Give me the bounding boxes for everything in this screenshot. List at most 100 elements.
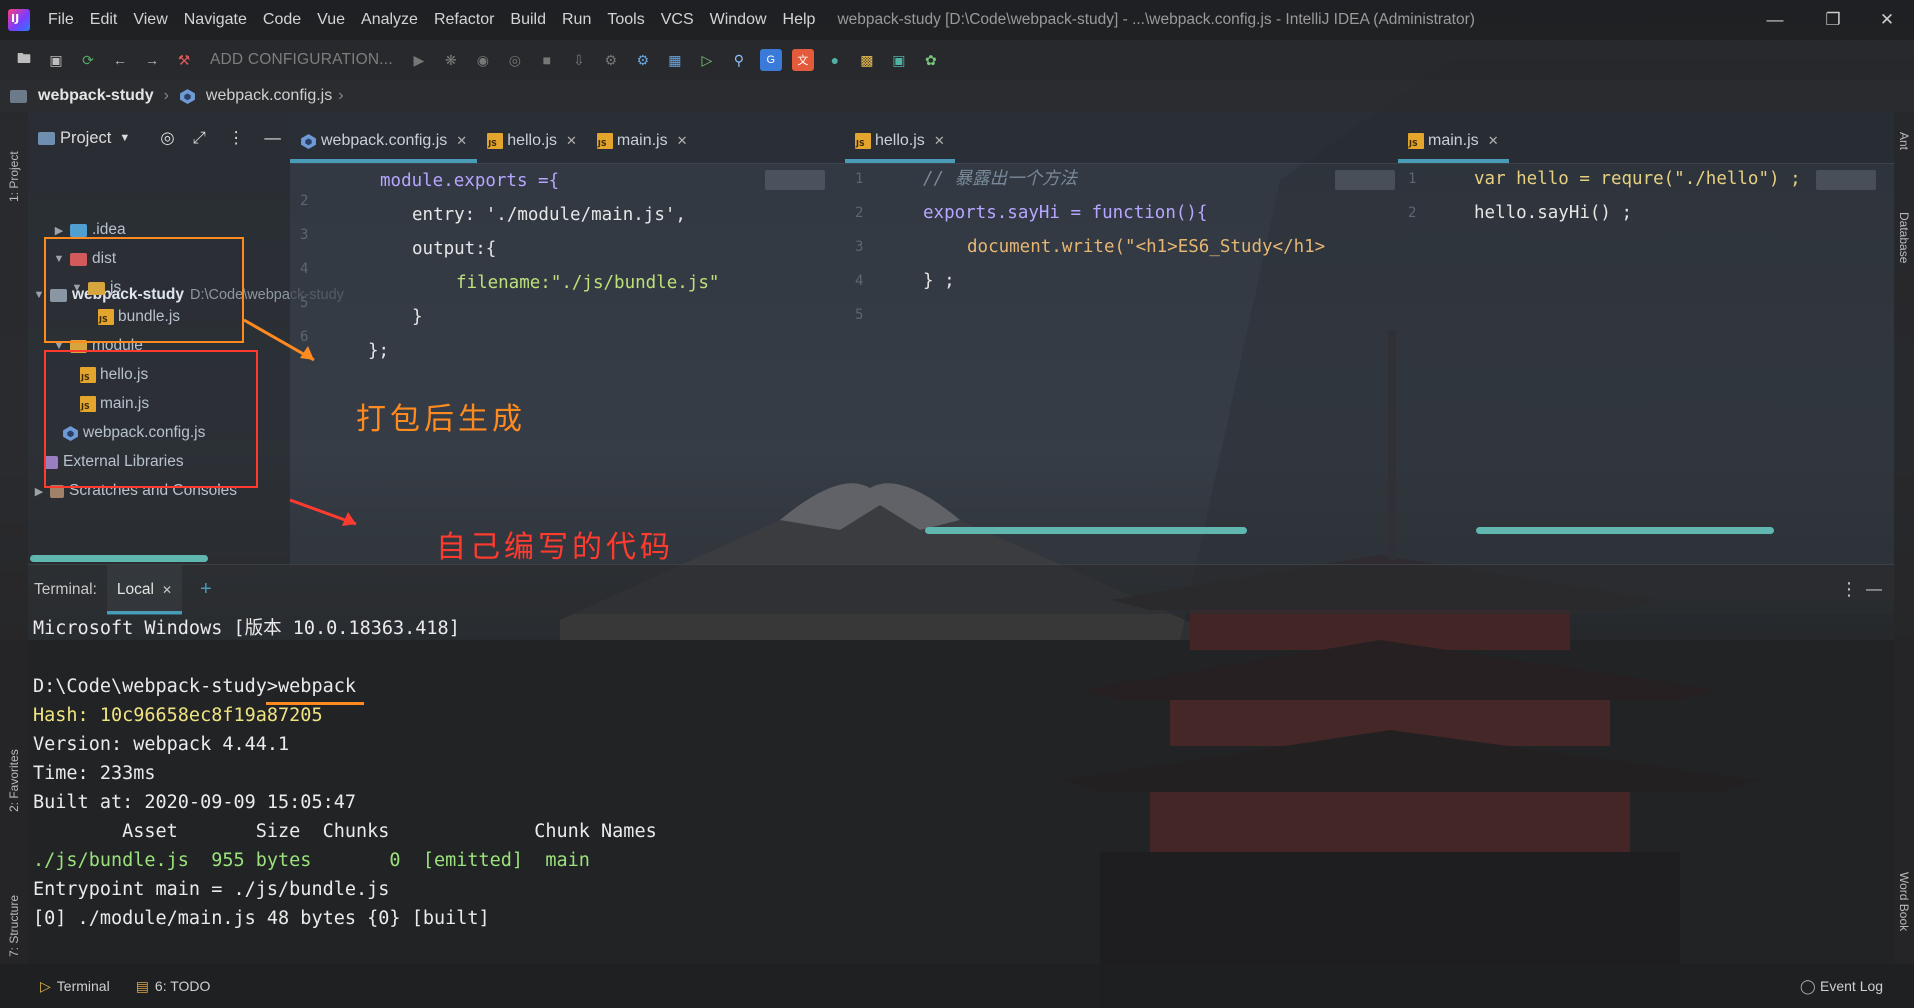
- plugin-box-icon[interactable]: ▣: [888, 49, 910, 71]
- terminal-line: ./js/bundle.js 955 bytes 0 [emitted] mai…: [33, 846, 590, 875]
- project-structure-icon[interactable]: ▦: [664, 49, 686, 71]
- code-line-3[interactable]: document.write("<h1>ES6_Study</h1>: [967, 230, 1325, 264]
- settings-icon[interactable]: ⚙: [632, 49, 654, 71]
- tab-main-js[interactable]: JS main.js ✕: [587, 119, 698, 163]
- line-gutter: 12345: [855, 171, 864, 323]
- code-line-1[interactable]: // 暴露出一个方法: [923, 162, 1077, 196]
- vcs-commit-icon[interactable]: ⚙: [600, 49, 622, 71]
- close-icon[interactable]: ✕: [456, 133, 467, 149]
- favorites-tool-tab[interactable]: 2: Favorites: [7, 749, 21, 812]
- save-icon[interactable]: ▣: [45, 49, 67, 71]
- code-comment: // 暴露出一个方法: [923, 169, 1078, 189]
- tab-hello-js[interactable]: JS hello.js ✕: [845, 119, 955, 163]
- close-icon[interactable]: ✕: [677, 133, 688, 149]
- sync-icon[interactable]: ⟳: [77, 49, 99, 71]
- breadcrumb-file[interactable]: webpack.config.js: [206, 87, 332, 105]
- ant-tool-tab[interactable]: Ant: [1897, 132, 1911, 150]
- search-icon[interactable]: ⚲: [728, 49, 750, 71]
- vcs-update-icon[interactable]: ⇩: [568, 49, 590, 71]
- tab-hello-js[interactable]: JS hello.js ✕: [477, 119, 587, 163]
- word-book-tool-tab[interactable]: Word Book: [1897, 872, 1911, 931]
- forward-icon[interactable]: →: [141, 49, 163, 71]
- structure-tool-tab[interactable]: 7: Structure: [7, 895, 21, 957]
- hide-panel-icon[interactable]: —: [264, 129, 281, 148]
- menu-window[interactable]: Window: [702, 11, 775, 29]
- menu-file[interactable]: File: [40, 11, 82, 29]
- plugin-grid-icon[interactable]: ▩: [856, 49, 878, 71]
- profile-icon[interactable]: ◎: [504, 49, 526, 71]
- stop-icon[interactable]: ■: [536, 49, 558, 71]
- status-terminal-button[interactable]: Terminal: [57, 978, 110, 994]
- options-icon[interactable]: ⋮: [1840, 579, 1858, 600]
- minimap[interactable]: [1335, 170, 1395, 190]
- terminal-icon[interactable]: ▷: [696, 49, 718, 71]
- menu-vue[interactable]: Vue: [309, 11, 353, 29]
- back-icon[interactable]: ←: [109, 49, 131, 71]
- debug-icon[interactable]: ❋: [440, 49, 462, 71]
- collapse-all-icon[interactable]: ⤢: [193, 129, 206, 148]
- translate-alt-icon[interactable]: 文: [791, 49, 814, 71]
- tab-webpack-config[interactable]: webpack.config.js ✕: [290, 119, 478, 163]
- menu-edit[interactable]: Edit: [82, 11, 126, 29]
- horizontal-scrollbar[interactable]: [30, 555, 208, 562]
- new-terminal-icon[interactable]: +: [200, 578, 212, 601]
- project-tool-tab[interactable]: 1: Project: [7, 151, 21, 202]
- translate-icon[interactable]: G: [759, 49, 782, 71]
- status-event-log-button[interactable]: Event Log: [1820, 978, 1883, 994]
- terminal-output[interactable]: Microsoft Windows [版本 10.0.18363.418] D:…: [28, 614, 1894, 964]
- close-icon[interactable]: ✕: [566, 133, 577, 149]
- code-line-1[interactable]: var hello = requre("./hello") ;: [1474, 162, 1801, 196]
- code-line-2[interactable]: hello.sayHi() ;: [1474, 196, 1632, 230]
- code-line-5[interactable]: }: [412, 300, 423, 334]
- code-line-4[interactable]: } ;: [923, 264, 955, 298]
- code-line-2[interactable]: exports.sayHi = function(){: [923, 196, 1207, 230]
- tab-local[interactable]: Local ✕: [106, 564, 183, 615]
- close-icon[interactable]: ✕: [934, 133, 945, 149]
- menu-vcs[interactable]: VCS: [653, 11, 702, 29]
- menu-tools[interactable]: Tools: [599, 11, 652, 29]
- menu-analyze[interactable]: Analyze: [353, 11, 426, 29]
- menu-refactor[interactable]: Refactor: [426, 11, 502, 29]
- add-configuration-button[interactable]: ADD CONFIGURATION...: [210, 51, 393, 69]
- hide-panel-icon[interactable]: —: [1866, 581, 1882, 599]
- database-tool-tab[interactable]: Database: [1897, 212, 1911, 263]
- code-line-2[interactable]: entry: './module/main.js',: [412, 198, 686, 232]
- breadcrumb-project[interactable]: webpack-study: [38, 87, 154, 105]
- close-icon[interactable]: ✕: [162, 583, 172, 597]
- open-folder-icon[interactable]: 🖿: [13, 49, 35, 71]
- close-icon[interactable]: ✕: [1488, 133, 1499, 149]
- terminal-line: [0] ./module/main.js 48 bytes {0} [built…: [33, 908, 490, 929]
- menu-help[interactable]: Help: [775, 11, 824, 29]
- plugin-puzzle-icon[interactable]: ✿: [920, 49, 942, 71]
- minimap[interactable]: [1816, 170, 1876, 190]
- coverage-icon[interactable]: ◉: [472, 49, 494, 71]
- code-line-6[interactable]: };: [368, 334, 389, 368]
- close-button[interactable]: ✕: [1858, 0, 1914, 40]
- menu-navigate[interactable]: Navigate: [176, 11, 255, 29]
- locate-icon[interactable]: ◎: [160, 128, 174, 148]
- chevron-down-icon[interactable]: ▼: [119, 132, 130, 144]
- minimize-button[interactable]: —: [1746, 0, 1804, 40]
- minimap[interactable]: [765, 170, 825, 190]
- options-icon[interactable]: ⋮: [228, 128, 245, 148]
- plugin-circle-icon[interactable]: ●: [824, 49, 846, 71]
- horizontal-scrollbar[interactable]: [1476, 527, 1774, 534]
- main-toolbar: 🖿 ▣ ⟳ ← → ⚒ ADD CONFIGURATION... ▶ ❋ ◉ ◎…: [0, 40, 1914, 80]
- horizontal-scrollbar[interactable]: [925, 527, 1247, 534]
- menu-build[interactable]: Build: [502, 11, 554, 29]
- run-icon[interactable]: ▶: [408, 49, 430, 71]
- code-line-3[interactable]: output:{: [412, 232, 496, 266]
- build-hammer-icon[interactable]: ⚒: [173, 49, 195, 71]
- code-line-4[interactable]: filename:"./js/bundle.js": [456, 266, 719, 300]
- status-todo-button[interactable]: 6: TODO: [155, 978, 211, 994]
- chevron-right-icon[interactable]: ▶: [52, 224, 66, 237]
- editor-config-tabbar: webpack.config.js ✕ JS hello.js ✕ JS mai…: [290, 112, 845, 164]
- menu-code[interactable]: Code: [255, 11, 309, 29]
- tab-main-js[interactable]: JS main.js ✕: [1398, 119, 1509, 163]
- menu-run[interactable]: Run: [554, 11, 599, 29]
- code-line-1[interactable]: module.exports ={: [380, 164, 559, 198]
- restore-button[interactable]: ❐: [1804, 0, 1862, 40]
- menu-view[interactable]: View: [125, 11, 175, 29]
- editor-main-tabbar: JS main.js ✕: [1398, 112, 1894, 164]
- project-view-selector[interactable]: Project: [60, 129, 111, 148]
